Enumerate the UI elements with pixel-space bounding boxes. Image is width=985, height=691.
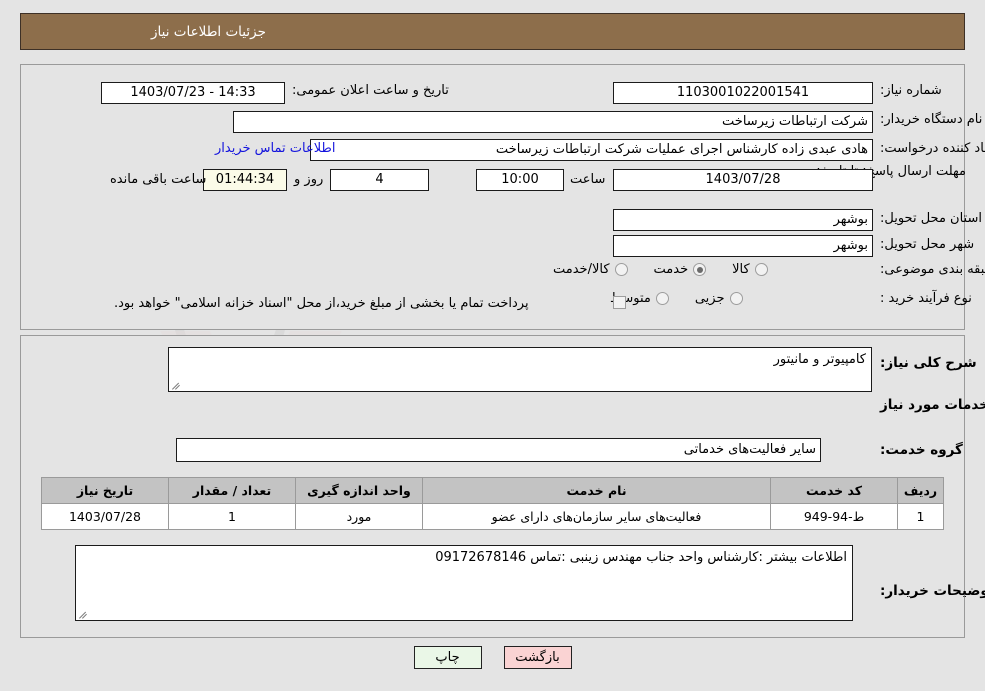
buyer-org-value: شرکت ارتباطات زیرساخت xyxy=(233,111,873,133)
buyer-notes-value: اطلاعات بیشتر :کارشناس واحد جناب مهندس ز… xyxy=(435,550,847,565)
radio-icon[interactable] xyxy=(614,263,628,276)
need-number-label: شماره نیاز: xyxy=(880,83,942,98)
category-option-khedmat[interactable]: خدمت xyxy=(654,262,707,277)
service-group-label: گروه خدمت: xyxy=(880,442,963,458)
radio-icon[interactable] xyxy=(729,292,743,305)
radio-icon[interactable] xyxy=(693,263,707,276)
process-option-label: جزیی xyxy=(694,291,725,306)
remaining-days-value: 4 xyxy=(330,169,429,191)
buyer-notes-textarea[interactable]: اطلاعات بیشتر :کارشناس واحد جناب مهندس ز… xyxy=(75,545,853,621)
th-date: تاریخ نیاز xyxy=(41,477,169,504)
cell-index: 1 xyxy=(897,503,944,530)
services-section-heading: اطلاعات خدمات مورد نیاز xyxy=(880,397,985,413)
announce-datetime-value: 14:33 - 1403/07/23 xyxy=(101,82,285,104)
general-description-textarea[interactable]: کامپیوتر و مانیتور xyxy=(168,347,872,392)
th-name: نام خدمت xyxy=(422,477,771,504)
services-table: ردیف کد خدمت نام خدمت واحد اندازه گیری ت… xyxy=(41,477,944,530)
delivery-city-label: شهر محل تحویل: xyxy=(880,237,975,252)
subject-category-group: کالا خدمت کالا/خدمت xyxy=(553,262,768,277)
general-description-value: کامپیوتر و مانیتور xyxy=(773,352,866,367)
category-option-label: کالا/خدمت xyxy=(553,262,610,277)
request-creator-label: ایجاد کننده درخواست: xyxy=(880,141,985,156)
print-button[interactable]: چاپ xyxy=(413,646,482,669)
th-quantity: تعداد / مقدار xyxy=(168,477,296,504)
cell-unit: مورد xyxy=(295,503,423,530)
deadline-date-value: 1403/07/28 xyxy=(613,169,873,191)
resize-grip-icon[interactable] xyxy=(78,609,88,619)
cell-quantity: 1 xyxy=(168,503,296,530)
resize-grip-icon[interactable] xyxy=(171,380,181,390)
deadline-hour-label: ساعت xyxy=(570,172,606,187)
remaining-days-label: روز و xyxy=(294,172,324,187)
cell-date: 1403/07/28 xyxy=(41,503,169,530)
category-option-label: خدمت xyxy=(653,262,689,277)
category-option-kala[interactable]: کالا xyxy=(732,262,768,277)
countdown-timer-value: 01:44:34 xyxy=(203,169,287,191)
th-code: کد خدمت xyxy=(770,477,898,504)
buyer-contact-link[interactable]: اطلاعات تماس خریدار xyxy=(215,141,335,156)
th-unit: واحد اندازه گیری xyxy=(295,477,423,504)
islamic-treasury-checkbox[interactable] xyxy=(613,296,626,309)
countdown-timer-label: ساعت باقی مانده xyxy=(110,172,207,187)
category-option-label: کالا xyxy=(732,262,750,277)
radio-icon[interactable] xyxy=(655,292,669,305)
delivery-city-value: بوشهر xyxy=(613,235,873,257)
islamic-treasury-text: پرداخت تمام یا بخشی از مبلغ خرید،از محل … xyxy=(114,296,529,311)
delivery-province-label: استان محل تحویل: xyxy=(880,211,982,226)
th-index: ردیف xyxy=(897,477,944,504)
request-creator-value: هادی عبدی زاده کارشناس اجرای عملیات شرکت… xyxy=(310,139,873,161)
buyer-org-label: نام دستگاه خریدار: xyxy=(880,112,983,127)
need-number-value: 1103001022001541 xyxy=(613,82,873,104)
announce-datetime-label: تاریخ و ساعت اعلان عمومی: xyxy=(292,83,449,98)
table-header-row: ردیف کد خدمت نام خدمت واحد اندازه گیری ت… xyxy=(41,477,944,504)
table-row: 1 ط-94-949 فعالیت‌های سایر سازمان‌های دا… xyxy=(41,503,944,530)
page-header: جزئیات اطلاعات نیاز xyxy=(20,13,965,50)
delivery-province-value: بوشهر xyxy=(613,209,873,231)
radio-icon[interactable] xyxy=(754,263,768,276)
process-option-jozi[interactable]: جزیی xyxy=(695,291,743,306)
cell-code: ط-94-949 xyxy=(770,503,898,530)
page-title: جزئیات اطلاعات نیاز xyxy=(151,23,266,40)
cell-name: فعالیت‌های سایر سازمان‌های دارای عضو xyxy=(422,503,771,530)
category-option-kala-khedmat[interactable]: کالا/خدمت xyxy=(553,262,628,277)
subject-category-label: طبقه بندی موضوعی: xyxy=(880,262,985,277)
deadline-hour-value: 10:00 xyxy=(476,169,564,191)
buyer-notes-label: توضیحات خریدار: xyxy=(880,583,985,599)
purchase-process-group: جزیی متوسط xyxy=(610,291,743,306)
purchase-process-label: نوع فرآیند خرید : xyxy=(880,291,972,306)
action-buttons: بازگشت چاپ xyxy=(0,646,985,669)
general-description-label: شرح کلی نیاز: xyxy=(880,355,977,371)
back-button[interactable]: بازگشت xyxy=(503,646,572,669)
service-group-value: سایر فعالیت‌های خدماتی xyxy=(176,438,821,462)
